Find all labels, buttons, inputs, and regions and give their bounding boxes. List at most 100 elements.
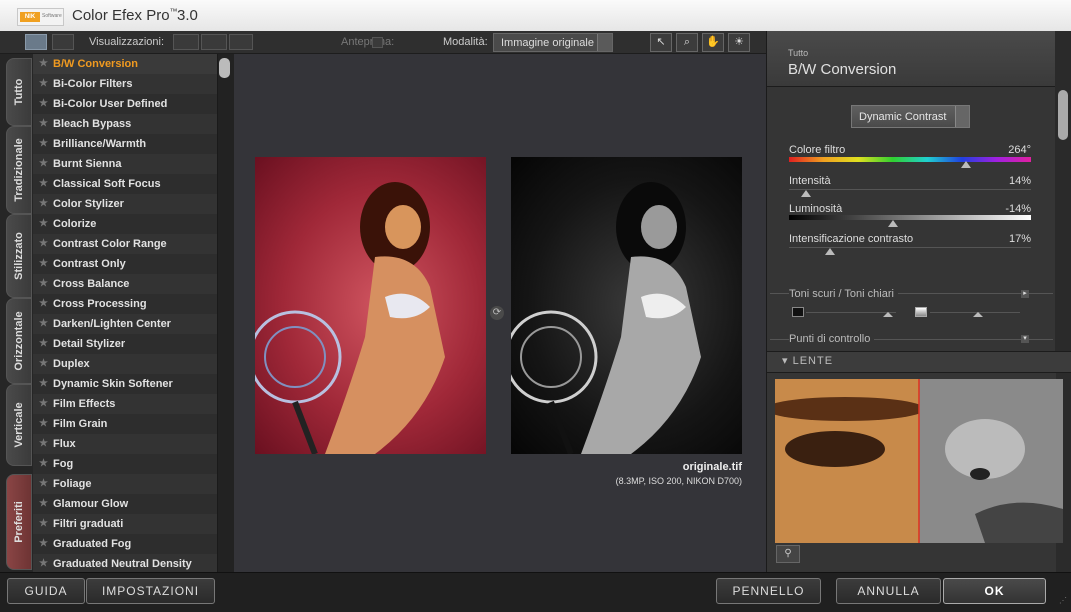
chevron-right-icon[interactable]: ▸ — [1021, 290, 1029, 298]
filter-list-item[interactable]: ★ Duplex — [33, 354, 217, 374]
filter-list-item[interactable]: ★ Contrast Only — [33, 254, 217, 274]
slider-thumb[interactable] — [960, 161, 971, 168]
single-view-icon[interactable] — [25, 34, 47, 50]
star-icon[interactable]: ★ — [39, 214, 48, 234]
chevron-down-icon — [597, 34, 612, 51]
star-icon[interactable]: ★ — [39, 414, 48, 434]
view-side-by-side-button[interactable] — [229, 34, 253, 50]
split-view-icon[interactable] — [52, 34, 74, 50]
ok-button[interactable]: OK — [943, 578, 1046, 604]
filter-list-item[interactable]: ★ Dynamic Skin Softener — [33, 374, 217, 394]
guide-button[interactable]: GUIDA — [7, 578, 85, 604]
zoom-tool-icon[interactable]: ⌕ — [676, 33, 698, 52]
filter-list-item[interactable]: ★ Darken/Lighten Center — [33, 314, 217, 334]
filter-list-item[interactable]: ★ Graduated Neutral Density — [33, 554, 217, 572]
slider-thumb[interactable] — [825, 248, 836, 255]
star-icon[interactable]: ★ — [39, 474, 48, 494]
star-icon[interactable]: ★ — [39, 74, 48, 94]
tab-orizzontale[interactable]: Orizzontale — [6, 298, 32, 384]
star-icon[interactable]: ★ — [39, 234, 48, 254]
star-icon[interactable]: ★ — [39, 274, 48, 294]
brightness-slider[interactable] — [789, 215, 1031, 220]
slider-thumb[interactable] — [883, 312, 893, 317]
pin-icon[interactable]: ⚲ — [776, 545, 800, 563]
filter-list-item[interactable]: ★ Film Effects — [33, 394, 217, 414]
filter-list-item[interactable]: ★ Filtri graduati — [33, 514, 217, 534]
filter-list-item[interactable]: ★ Film Grain — [33, 414, 217, 434]
star-icon[interactable]: ★ — [39, 294, 48, 314]
filter-list-item[interactable]: ★ Flux — [33, 434, 217, 454]
filter-list-scrollbar[interactable] — [217, 54, 234, 572]
filter-list-item[interactable]: ★ Bi-Color User Defined — [33, 94, 217, 114]
filter-list-item[interactable]: ★ Brilliance/Warmth — [33, 134, 217, 154]
slider-thumb[interactable] — [973, 312, 983, 317]
star-icon[interactable]: ★ — [39, 534, 48, 554]
tab-label: Tradizionale — [13, 138, 25, 202]
control-points-label[interactable]: Punti di controllo — [789, 333, 875, 345]
resize-grip-icon[interactable]: ⋰ — [1059, 596, 1069, 606]
star-icon[interactable]: ★ — [39, 134, 48, 154]
star-icon[interactable]: ★ — [39, 494, 48, 514]
brush-button[interactable]: PENNELLO — [716, 578, 821, 604]
swap-icon[interactable]: ⟳ — [490, 306, 504, 320]
star-icon[interactable]: ★ — [39, 114, 48, 134]
filter-list-item[interactable]: ★ Burnt Sienna — [33, 154, 217, 174]
filter-list-item[interactable]: ★ Cross Balance — [33, 274, 217, 294]
tab-tutto[interactable]: Tutto — [6, 58, 32, 126]
filter-list-item[interactable]: ★ Classical Soft Focus — [33, 174, 217, 194]
panel-scroll-thumb[interactable] — [1058, 90, 1068, 140]
star-icon[interactable]: ★ — [39, 54, 48, 74]
star-icon[interactable]: ★ — [39, 174, 48, 194]
filter-label: Dynamic Skin Softener — [53, 378, 173, 390]
tones-section-label[interactable]: Toni scuri / Toni chiari — [789, 288, 898, 300]
settings-button[interactable]: IMPOSTAZIONI — [86, 578, 215, 604]
filter-list-item[interactable]: ★ Fog — [33, 454, 217, 474]
filter-list-item[interactable]: ★ Bi-Color Filters — [33, 74, 217, 94]
star-icon[interactable]: ★ — [39, 394, 48, 414]
star-icon[interactable]: ★ — [39, 194, 48, 214]
method-select[interactable]: Dynamic Contrast — [851, 105, 970, 128]
star-icon[interactable]: ★ — [39, 94, 48, 114]
filter-list-item[interactable]: ★ Bleach Bypass — [33, 114, 217, 134]
filter-list-item[interactable]: ★ Foliage — [33, 474, 217, 494]
star-icon[interactable]: ★ — [39, 154, 48, 174]
filter-label: Duplex — [53, 358, 90, 370]
filter-list-item[interactable]: ★ Graduated Fog — [33, 534, 217, 554]
pointer-tool-icon[interactable]: ↖ — [650, 33, 672, 52]
mode-select[interactable]: Immagine originale — [493, 33, 613, 52]
star-icon[interactable]: ★ — [39, 354, 48, 374]
tab-stilizzato[interactable]: Stilizzato — [6, 214, 32, 298]
tab-verticale[interactable]: Verticale — [6, 384, 32, 466]
preview-checkbox[interactable] — [372, 37, 383, 48]
cancel-button[interactable]: ANNULLA — [836, 578, 941, 604]
filter-list-item[interactable]: ★ Cross Processing — [33, 294, 217, 314]
filter-list-item[interactable]: ★ Colorize — [33, 214, 217, 234]
view-single-button[interactable] — [173, 34, 199, 50]
star-icon[interactable]: ★ — [39, 334, 48, 354]
star-icon[interactable]: ★ — [39, 374, 48, 394]
tab-tradizionale[interactable]: Tradizionale — [6, 126, 32, 214]
filter-list-item[interactable]: ★ Glamour Glow — [33, 494, 217, 514]
filter-list-item[interactable]: ★ B/W Conversion — [33, 54, 217, 74]
star-icon[interactable]: ★ — [39, 254, 48, 274]
slider-thumb[interactable] — [888, 220, 899, 227]
color-filter-slider[interactable] — [789, 157, 1031, 162]
filter-list-item[interactable]: ★ Detail Stylizer — [33, 334, 217, 354]
chevron-down-icon[interactable]: ▾ — [1021, 335, 1029, 343]
star-icon[interactable]: ★ — [39, 554, 48, 572]
star-icon[interactable]: ★ — [39, 434, 48, 454]
filter-list-scroll-thumb[interactable] — [219, 58, 230, 78]
filter-list-item[interactable]: ★ Color Stylizer — [33, 194, 217, 214]
header-scroll-arrows[interactable] — [1055, 31, 1071, 86]
star-icon[interactable]: ★ — [39, 314, 48, 334]
star-icon[interactable]: ★ — [39, 514, 48, 534]
filter-list-item[interactable]: ★ Contrast Color Range — [33, 234, 217, 254]
light-tool-icon[interactable]: ☀ — [728, 33, 750, 52]
hand-tool-icon[interactable]: ✋ — [702, 33, 724, 52]
star-icon[interactable]: ★ — [39, 454, 48, 474]
tab-label: Preferiti — [13, 501, 25, 543]
view-split-button[interactable] — [201, 34, 227, 50]
slider-thumb[interactable] — [800, 190, 811, 197]
intensity-slider[interactable] — [789, 189, 1031, 190]
tab-preferiti[interactable]: Preferiti — [6, 474, 32, 570]
